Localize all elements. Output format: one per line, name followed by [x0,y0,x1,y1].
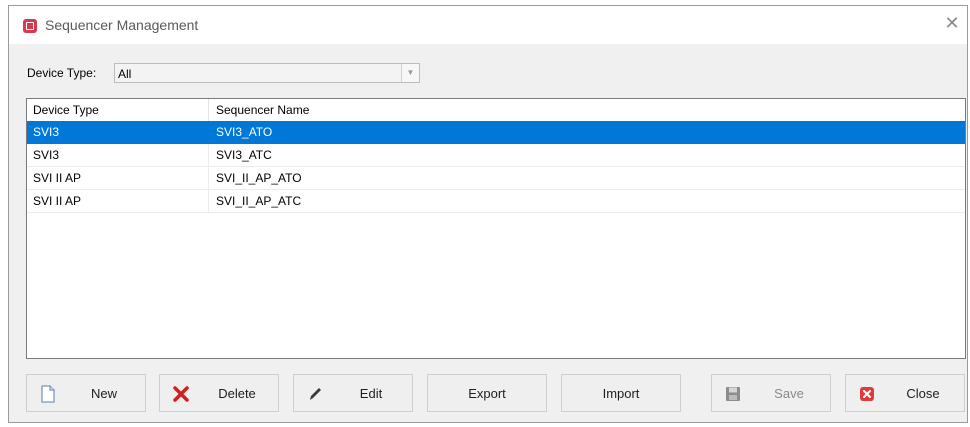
chevron-down-icon[interactable]: ▼ [401,64,419,82]
column-header-sequencer-name[interactable]: Sequencer Name [210,99,965,121]
app-icon [23,19,37,33]
save-button: Save [711,374,831,412]
cell-sequencer-name: SVI_II_AP_ATO [216,171,302,185]
sequencer-management-window: Sequencer Management ✕ Device Type: All … [8,5,968,423]
close-button[interactable]: Close [845,374,965,412]
column-header-device-type[interactable]: Device Type [27,99,209,121]
delete-button-label: Delete [218,386,256,401]
new-button-label: New [90,386,117,401]
pencil-icon [310,388,321,400]
device-type-select-value: All [118,67,132,81]
cell-device-type: SVI3 [27,144,209,167]
table-row[interactable]: SVI3 SVI3_ATO [27,121,965,144]
table-header: Device Type Sequencer Name [27,99,965,122]
import-button[interactable]: Import [561,374,681,412]
cell-device-type: SVI II AP [27,167,209,190]
device-type-select[interactable]: All ▼ [114,63,420,83]
export-button-label: Export [468,386,506,401]
new-document-icon [41,385,55,403]
cell-sequencer-name: SVI_II_AP_ATC [216,194,302,208]
export-button[interactable]: Export [427,374,547,412]
window-title: Sequencer Management [45,17,199,33]
cell-device-type: SVI II AP [27,190,209,213]
table-row[interactable]: SVI II AP SVI_II_AP_ATO [27,167,965,190]
window-close-icon[interactable]: ✕ [943,14,961,32]
floppy-disk-icon [726,387,740,401]
sequencer-table[interactable]: Device Type Sequencer Name SVI3 SVI3_ATO S… [26,98,966,359]
save-button-label: Save [774,386,804,401]
cell-sequencer-name: SVI3_ATC [216,148,272,162]
button-bar: New Delete Edit Export Import Save Close [9,374,967,414]
table-row[interactable]: SVI II AP SVI_II_AP_ATC [27,190,965,213]
device-type-label: Device Type: [27,66,97,80]
close-button-label: Close [906,386,940,401]
title-bar: Sequencer Management ✕ [9,6,967,44]
delete-button[interactable]: Delete [159,374,279,412]
new-button[interactable]: New [26,374,146,412]
cell-device-type: SVI3 [27,121,209,144]
edit-button[interactable]: Edit [293,374,413,412]
edit-button-label: Edit [359,386,383,401]
table-row[interactable]: SVI3 SVI3_ATC [27,144,965,167]
import-button-label: Import [602,386,640,401]
close-square-icon [860,387,874,401]
delete-x-icon [173,386,189,402]
cell-sequencer-name: SVI3_ATO [216,125,273,139]
